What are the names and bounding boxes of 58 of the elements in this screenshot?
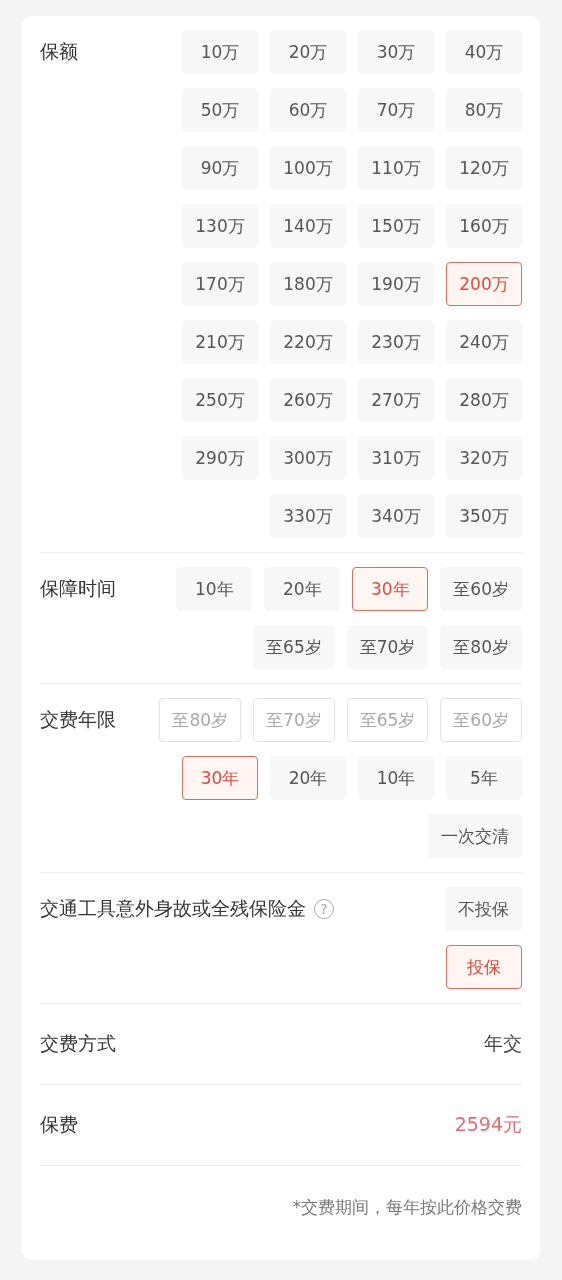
field-label: 保费	[40, 1112, 78, 1137]
footnote: *交费期间，每年按此价格交费	[292, 1196, 522, 1219]
option-button[interactable]: 250万	[182, 378, 258, 422]
option-button[interactable]: 50万	[182, 88, 258, 132]
option-button[interactable]: 280万	[446, 378, 522, 422]
option-button[interactable]: 10万	[182, 30, 258, 74]
option-button[interactable]: 190万	[358, 262, 434, 306]
option-button[interactable]: 170万	[182, 262, 258, 306]
option-button[interactable]: 350万	[446, 494, 522, 538]
option-button[interactable]: 不投保	[445, 887, 522, 931]
field-label: 交通工具意外身故或全残保险金	[40, 896, 306, 921]
option-button[interactable]: 100万	[270, 146, 346, 190]
option-button[interactable]: 40万	[446, 30, 522, 74]
option-button[interactable]: 10年	[358, 756, 434, 800]
option-button[interactable]: 一次交清	[428, 814, 522, 858]
option-button[interactable]: 180万	[270, 262, 346, 306]
option-button[interactable]: 120万	[446, 146, 522, 190]
option-button[interactable]: 至70岁	[346, 625, 429, 669]
option-button[interactable]: 290万	[182, 436, 258, 480]
option-button[interactable]: 230万	[358, 320, 434, 364]
field-label: 交费方式	[40, 1031, 116, 1056]
option-button[interactable]: 至60岁	[440, 567, 522, 611]
option-button[interactable]: 30万	[358, 30, 434, 74]
option-button[interactable]: 10年	[176, 567, 253, 611]
option-button[interactable]: 300万	[270, 436, 346, 480]
option-button[interactable]: 160万	[446, 204, 522, 248]
option-button[interactable]: 310万	[358, 436, 434, 480]
option-button[interactable]: 150万	[358, 204, 434, 248]
option-button[interactable]: 30年	[352, 567, 429, 611]
option-button[interactable]: 140万	[270, 204, 346, 248]
field-value: 年交	[484, 1031, 522, 1056]
option-button[interactable]: 130万	[182, 204, 258, 248]
option-button[interactable]: 20年	[264, 567, 341, 611]
option-button[interactable]: 210万	[182, 320, 258, 364]
option-button[interactable]: 240万	[446, 320, 522, 364]
option-button[interactable]: 投保	[446, 945, 522, 989]
option-button[interactable]: 60万	[270, 88, 346, 132]
option-button[interactable]: 80万	[446, 88, 522, 132]
field-label: 交费年限	[40, 707, 116, 732]
option-button[interactable]: 20万	[270, 30, 346, 74]
option-button[interactable]: 260万	[270, 378, 346, 422]
option-button[interactable]: 90万	[182, 146, 258, 190]
option-button[interactable]: 5年	[446, 756, 522, 800]
field-label: 保额	[40, 39, 78, 64]
field-label: 保障时间	[40, 576, 116, 601]
option-button[interactable]: 340万	[358, 494, 434, 538]
option-button[interactable]: 200万	[446, 262, 522, 306]
option-button[interactable]: 270万	[358, 378, 434, 422]
option-button[interactable]: 330万	[270, 494, 346, 538]
option-button[interactable]: 220万	[270, 320, 346, 364]
option-button[interactable]: 20年	[270, 756, 346, 800]
option-button[interactable]: 30年	[182, 756, 258, 800]
option-button[interactable]: 110万	[358, 146, 434, 190]
option-button[interactable]: 320万	[446, 436, 522, 480]
option-button[interactable]: 70万	[358, 88, 434, 132]
price-value: 2594元	[454, 1112, 522, 1137]
option-button[interactable]: 至80岁	[440, 625, 522, 669]
option-button[interactable]: 至65岁	[253, 625, 335, 669]
